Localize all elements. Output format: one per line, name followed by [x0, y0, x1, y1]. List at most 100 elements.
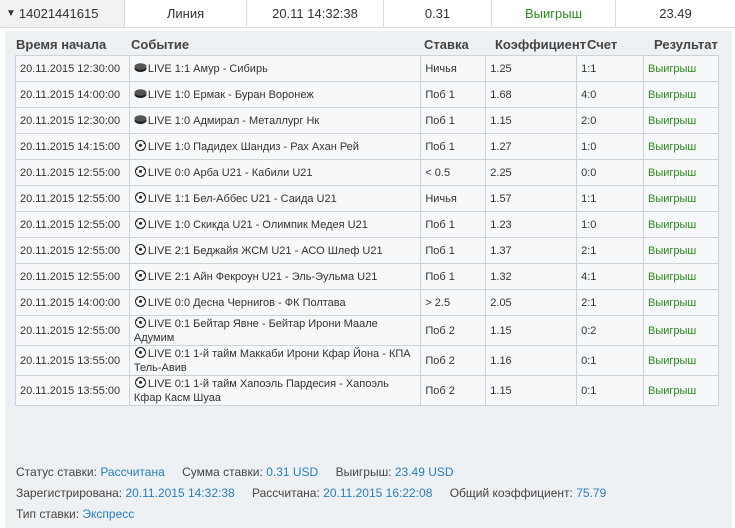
score-cell: 1:1	[576, 185, 644, 212]
coefficient-cell: 1.15	[485, 107, 578, 134]
header-coefficient: Коэффициент	[495, 37, 587, 52]
collapse-arrow-icon[interactable]: ▼	[6, 8, 16, 19]
table-row: 20.11.2015 14:15:00 LIVE 1:0 Падидех Шанд…	[15, 133, 719, 160]
footer-line-3: Тип ставки: Экспресс	[16, 507, 134, 521]
coefficient-cell: 1.16	[485, 345, 578, 376]
event-name-cell: LIVE 0:0 Арба U21 - Кабили U21	[128, 159, 422, 186]
status-value: Рассчитана	[100, 465, 165, 479]
event-name-cell: LIVE 0:1 1-й тайм Маккаби Ирони Кфар Йон…	[128, 345, 422, 376]
sum-label: Сумма ставки:	[182, 465, 263, 479]
score-cell: 1:0	[576, 211, 644, 238]
score-cell: 0:0	[576, 159, 644, 186]
score: 0:1	[581, 384, 597, 397]
result-cell: Выигрыш	[643, 289, 719, 316]
coefficient: 1.15	[490, 384, 512, 397]
result-cell: Выигрыш	[643, 133, 719, 160]
soccer-ball-icon	[134, 346, 146, 358]
result: Выигрыш	[648, 324, 697, 337]
event-time-cell: 20.11.2015 12:30:00	[15, 107, 130, 134]
score: 2:0	[581, 114, 597, 127]
event-time: 20.11.2015 12:55:00	[20, 166, 121, 179]
event-name: LIVE 1:0 Падидех Шандиз - Рах Ахан Рей	[147, 140, 359, 153]
event-name-cell: LIVE 1:0 Адмирал - Металлург Нк	[128, 107, 422, 134]
event-time-cell: 20.11.2015 13:55:00	[15, 345, 130, 376]
bet-choice: Поб 1	[425, 88, 455, 101]
event-name: LIVE 0:0 Десна Чернигов - ФК Полтава	[147, 296, 346, 309]
event-name-cell: LIVE 0:0 Десна Чернигов - ФК Полтава	[128, 289, 422, 316]
hockey-puck-icon	[134, 88, 147, 98]
bet-choice-cell: Поб 1	[420, 81, 487, 108]
score-cell: 0:1	[576, 375, 644, 406]
bet-choice-cell: Поб 1	[420, 133, 487, 160]
event-name-cell: LIVE 1:1 Амур - Сибирь	[128, 55, 422, 82]
result-cell: Выигрыш	[643, 107, 719, 134]
calculated-label: Рассчитана:	[252, 486, 320, 500]
table-row: 20.11.2015 14:00:00 LIVE 1:0 Ермак - Бура…	[15, 81, 719, 108]
coefficient: 1.27	[490, 140, 512, 153]
score: 4:1	[581, 270, 597, 283]
bet-choice: Поб 1	[425, 244, 455, 257]
win-value: 23.49 USD	[394, 465, 454, 479]
events-table: 20.11.2015 12:30:00 LIVE 1:1 Амур - Сибир…	[15, 55, 719, 406]
result-cell: Выигрыш	[643, 55, 719, 82]
bet-choice-cell: Поб 2	[420, 345, 487, 376]
table-row: 20.11.2015 12:55:00 LIVE 2:1 Айн Фекроун …	[15, 263, 719, 290]
result: Выигрыш	[648, 270, 697, 283]
result-cell: Выигрыш	[643, 375, 719, 406]
bet-choice: < 0.5	[425, 166, 451, 179]
result: Выигрыш	[648, 140, 697, 153]
footer-line-1: Статус ставки: Рассчитана Сумма ставки: …	[16, 465, 454, 479]
event-time-cell: 20.11.2015 12:55:00	[15, 211, 130, 238]
event-time-cell: 20.11.2015 14:15:00	[15, 133, 130, 160]
coefficient: 1.32	[490, 270, 512, 283]
score: 1:0	[581, 218, 597, 231]
event-name: LIVE 0:1 1-й тайм Хапоэль Пардесия - Хап…	[133, 377, 389, 404]
event-name-cell: LIVE 1:0 Падидех Шандиз - Рах Ахан Рей	[128, 133, 422, 160]
result: Выигрыш	[648, 192, 697, 205]
bet-id-cell[interactable]: ▼ 14021441615	[0, 0, 125, 27]
table-row: 20.11.2015 12:30:00 LIVE 1:1 Амур - Сибир…	[15, 55, 719, 82]
event-name: LIVE 1:1 Амур - Сибирь	[147, 62, 268, 75]
bet-choice: > 2.5	[425, 296, 451, 309]
bet-details-panel: Время начала Событие Ставка Коэффициент …	[5, 31, 732, 528]
coefficient: 1.15	[490, 114, 512, 127]
bet-summary-row[interactable]: ▼ 14021441615 Линия 20.11 14:32:38 0.31 …	[0, 0, 735, 28]
bet-choice-cell: Ничья	[420, 185, 487, 212]
bet-choice: Поб 2	[425, 324, 455, 337]
score-cell: 2:1	[576, 289, 644, 316]
soccer-ball-icon	[134, 316, 146, 328]
soccer-ball-icon	[134, 217, 146, 229]
coefficient: 1.15	[490, 324, 512, 337]
result: Выигрыш	[648, 88, 697, 101]
event-time: 20.11.2015 13:55:00	[20, 354, 121, 367]
score: 0:0	[581, 166, 597, 179]
event-time: 20.11.2015 14:00:00	[20, 88, 121, 101]
calculated-value: 20.11.2015 16:22:08	[323, 486, 433, 500]
event-time: 20.11.2015 12:55:00	[20, 324, 121, 337]
coefficient-cell: 2.25	[485, 159, 578, 186]
soccer-ball-icon	[134, 269, 146, 281]
coefficient-cell: 2.05	[485, 289, 578, 316]
table-row: 20.11.2015 13:55:00 LIVE 0:1 1-й тайм Хап…	[15, 375, 719, 406]
event-time-cell: 20.11.2015 14:00:00	[15, 289, 130, 316]
event-name: LIVE 2:1 Беджайя ЖСМ U21 - АСО Шлеф U21	[147, 244, 383, 257]
coefficient-cell: 1.23	[485, 211, 578, 238]
result-cell: Выигрыш	[643, 345, 719, 376]
bet-status: Выигрыш	[492, 0, 616, 27]
score: 2:1	[581, 296, 597, 309]
bet-choice: Поб 1	[425, 218, 455, 231]
bet-datetime: 20.11 14:32:38	[247, 0, 384, 27]
event-time: 20.11.2015 12:55:00	[20, 192, 121, 205]
event-time: 20.11.2015 12:30:00	[20, 62, 121, 75]
bet-choice: Поб 2	[425, 384, 455, 397]
coefficient-cell: 1.15	[485, 375, 578, 406]
bet-choice-cell: Поб 1	[420, 107, 487, 134]
result-cell: Выигрыш	[643, 159, 719, 186]
sum-value: 0.31 USD	[266, 465, 319, 479]
bet-win-amount: 23.49	[659, 6, 692, 21]
event-time: 20.11.2015 12:55:00	[20, 218, 121, 231]
event-name-cell: LIVE 0:1 1-й тайм Хапоэль Пардесия - Хап…	[128, 375, 422, 406]
event-name-cell: LIVE 2:1 Айн Фекроун U21 - Эль-Эульма U2…	[128, 263, 422, 290]
soccer-ball-icon	[134, 165, 146, 177]
hockey-puck-icon	[134, 114, 147, 124]
